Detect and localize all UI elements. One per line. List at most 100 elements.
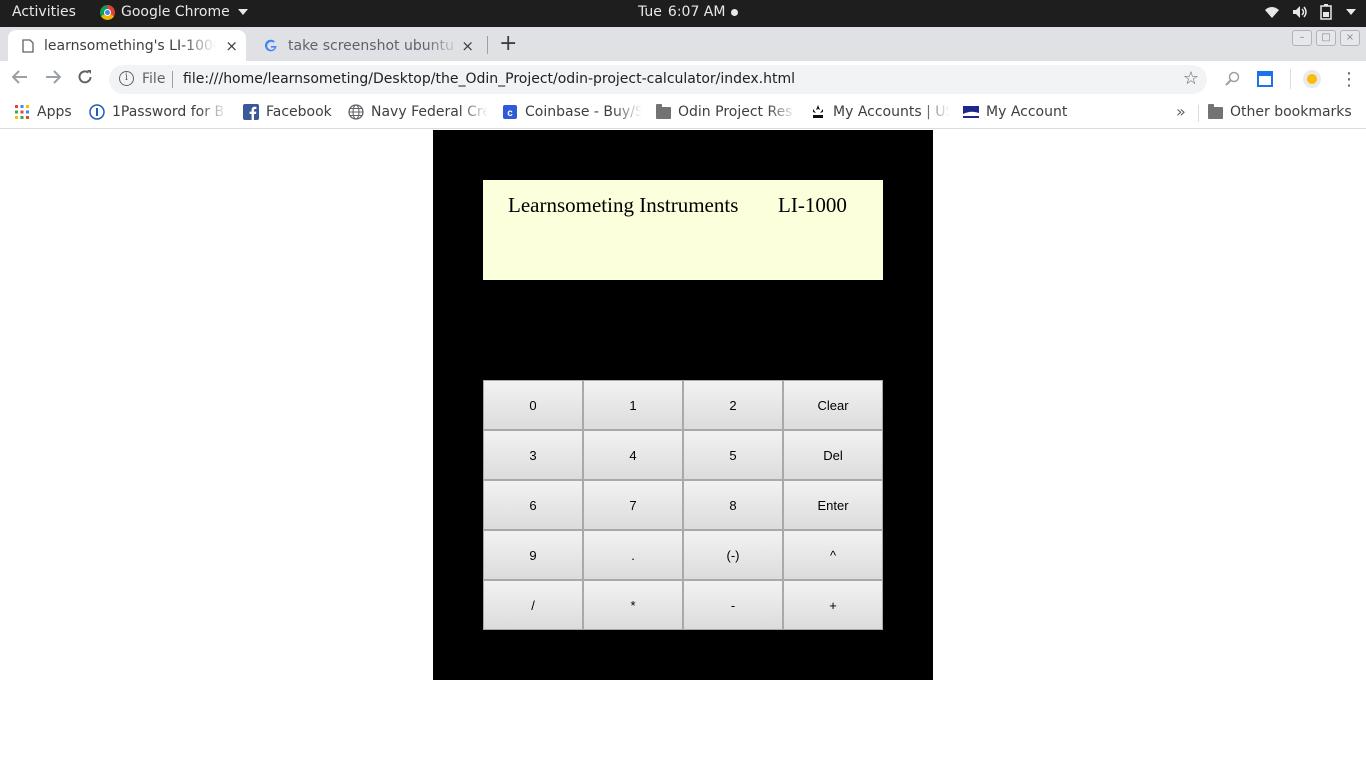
negate-button[interactable]: (-)	[683, 530, 783, 580]
calculator-body: Learnsometing Instruments LI-1000 0 1 2 Cle…	[433, 130, 933, 680]
tab-title: take screenshot ubuntu -	[288, 37, 460, 54]
clock-day: Tue	[638, 4, 662, 20]
bookmark-usaa[interactable]: My Accounts | US	[810, 104, 950, 120]
system-menu-caret-icon	[1346, 9, 1356, 15]
bookmark-label: Odin Project Res	[678, 104, 793, 120]
folder-icon	[1208, 104, 1223, 119]
notification-dot-icon	[731, 8, 739, 16]
url-text[interactable]: file:///home/learnsometing/Desktop/the_O…	[183, 71, 795, 87]
delete-button[interactable]: Del	[783, 430, 883, 480]
toolbar-divider	[1290, 69, 1291, 89]
bookmark-label: My Accounts | US	[833, 104, 950, 120]
window-controls: – □ ×	[1292, 30, 1360, 46]
key-7[interactable]: 7	[583, 480, 683, 530]
bookmark-label: Facebook	[266, 104, 332, 120]
system-status-menu[interactable]	[1264, 4, 1356, 20]
tab-screenshot-search[interactable]: take screenshot ubuntu - ×	[250, 30, 482, 61]
key-8[interactable]: 8	[683, 480, 783, 530]
bookmark-navy-federal[interactable]: Navy Federal Cre	[348, 104, 488, 120]
bookmark-label: Navy Federal Cre	[371, 104, 488, 120]
globe-icon	[348, 104, 364, 120]
google-icon	[264, 39, 277, 51]
decimal-button[interactable]: .	[583, 530, 683, 580]
extension-icon[interactable]	[1257, 71, 1273, 87]
bookmark-star-icon[interactable]: ☆	[1183, 68, 1199, 89]
clock-time: 6:07 AM	[667, 4, 726, 20]
close-window-button[interactable]: ×	[1340, 30, 1360, 46]
minimize-button[interactable]: –	[1292, 30, 1312, 46]
bookmark-my-account[interactable]: My Account	[963, 104, 1067, 120]
bookmarks-bar: Apps 1Password for B Facebook Navy Feder…	[0, 98, 1366, 129]
bookmark-coinbase[interactable]: c Coinbase - Buy/S	[502, 104, 642, 120]
tab-separator	[487, 36, 488, 54]
account-icon	[963, 106, 979, 118]
caret-down-icon	[237, 9, 248, 15]
activities-button[interactable]: Activities	[12, 4, 76, 20]
key-6[interactable]: 6	[483, 480, 583, 530]
forward-button[interactable]	[45, 69, 62, 90]
clear-button[interactable]: Clear	[783, 380, 883, 430]
svg-text:c: c	[507, 108, 513, 119]
scheme-chip[interactable]: File	[142, 71, 165, 87]
bookmark-label: 1Password for B	[112, 104, 225, 120]
key-2[interactable]: 2	[683, 380, 783, 430]
omnibox-divider	[172, 71, 173, 88]
coinbase-icon: c	[503, 105, 517, 119]
new-tab-button[interactable]: +	[499, 31, 517, 56]
bookmark-odin-project-folder[interactable]: Odin Project Res	[656, 104, 796, 120]
volume-icon	[1293, 6, 1307, 18]
calculator-display: Learnsometing Instruments LI-1000	[483, 180, 883, 280]
key-0[interactable]: 0	[483, 380, 583, 430]
chrome-menu-icon[interactable]: ⋮	[1340, 69, 1358, 90]
bookmark-facebook[interactable]: Facebook	[243, 104, 332, 120]
info-icon[interactable]: i	[119, 71, 134, 86]
clock[interactable]: Tue 6:07 AM	[638, 4, 739, 20]
divide-button[interactable]: /	[483, 580, 583, 630]
bookmark-apps[interactable]: Apps	[14, 104, 72, 120]
key-3[interactable]: 3	[483, 430, 583, 480]
reload-button[interactable]	[77, 69, 93, 90]
tab-strip: learnsomething's LI-1000 × take screensh…	[0, 27, 1366, 61]
calculator-model: LI-1000	[778, 193, 847, 217]
key-9[interactable]: 9	[483, 530, 583, 580]
usaa-icon	[813, 105, 823, 118]
page-icon	[22, 38, 34, 53]
multiply-button[interactable]: *	[583, 580, 683, 630]
tab-close-icon[interactable]: ×	[225, 37, 238, 55]
key-1[interactable]: 1	[583, 380, 683, 430]
back-button[interactable]	[11, 69, 28, 90]
address-bar[interactable]: i File file:///home/learnsometing/Deskto…	[109, 65, 1207, 94]
bookmark-label: Coinbase - Buy/S	[525, 104, 642, 120]
bookmarks-divider	[1198, 105, 1199, 122]
bookmarks-overflow-chevron[interactable]: »	[1176, 102, 1186, 121]
key-5[interactable]: 5	[683, 430, 783, 480]
calculator-keypad: 0 1 2 Clear 3 4 5 Del 6 7 8 Enter 9. (-) ^ / * - +	[483, 380, 883, 630]
tab-calculator[interactable]: learnsomething's LI-1000 ×	[8, 30, 246, 61]
back-arrow-icon	[11, 70, 27, 84]
app-menu-label: Google Chrome	[121, 4, 230, 20]
reload-icon	[78, 70, 92, 84]
bookmark-label: Apps	[37, 104, 72, 120]
folder-icon	[656, 104, 671, 119]
1password-icon	[89, 104, 105, 120]
bookmark-1password[interactable]: 1Password for B	[89, 104, 227, 120]
bookmark-other-bookmarks[interactable]: Other bookmarks	[1208, 104, 1352, 120]
power-button[interactable]: ^	[783, 530, 883, 580]
key-4[interactable]: 4	[583, 430, 683, 480]
apps-grid-icon	[15, 105, 29, 119]
app-menu[interactable]: Google Chrome	[100, 4, 248, 20]
search-extension-icon[interactable]	[1225, 71, 1241, 87]
browser-toolbar: i File file:///home/learnsometing/Deskto…	[0, 61, 1366, 98]
add-button[interactable]: +	[783, 580, 883, 630]
wifi-icon	[1265, 7, 1279, 18]
enter-button[interactable]: Enter	[783, 480, 883, 530]
chrome-icon	[100, 4, 115, 20]
subtract-button[interactable]: -	[683, 580, 783, 630]
profile-avatar-icon[interactable]	[1302, 69, 1322, 89]
maximize-button[interactable]: □	[1316, 30, 1336, 46]
calculator-brand: Learnsometing Instruments	[508, 193, 739, 217]
bookmark-label: My Account	[986, 104, 1068, 120]
facebook-icon	[243, 104, 259, 120]
forward-arrow-icon	[46, 70, 62, 84]
tab-close-icon[interactable]: ×	[461, 37, 474, 55]
